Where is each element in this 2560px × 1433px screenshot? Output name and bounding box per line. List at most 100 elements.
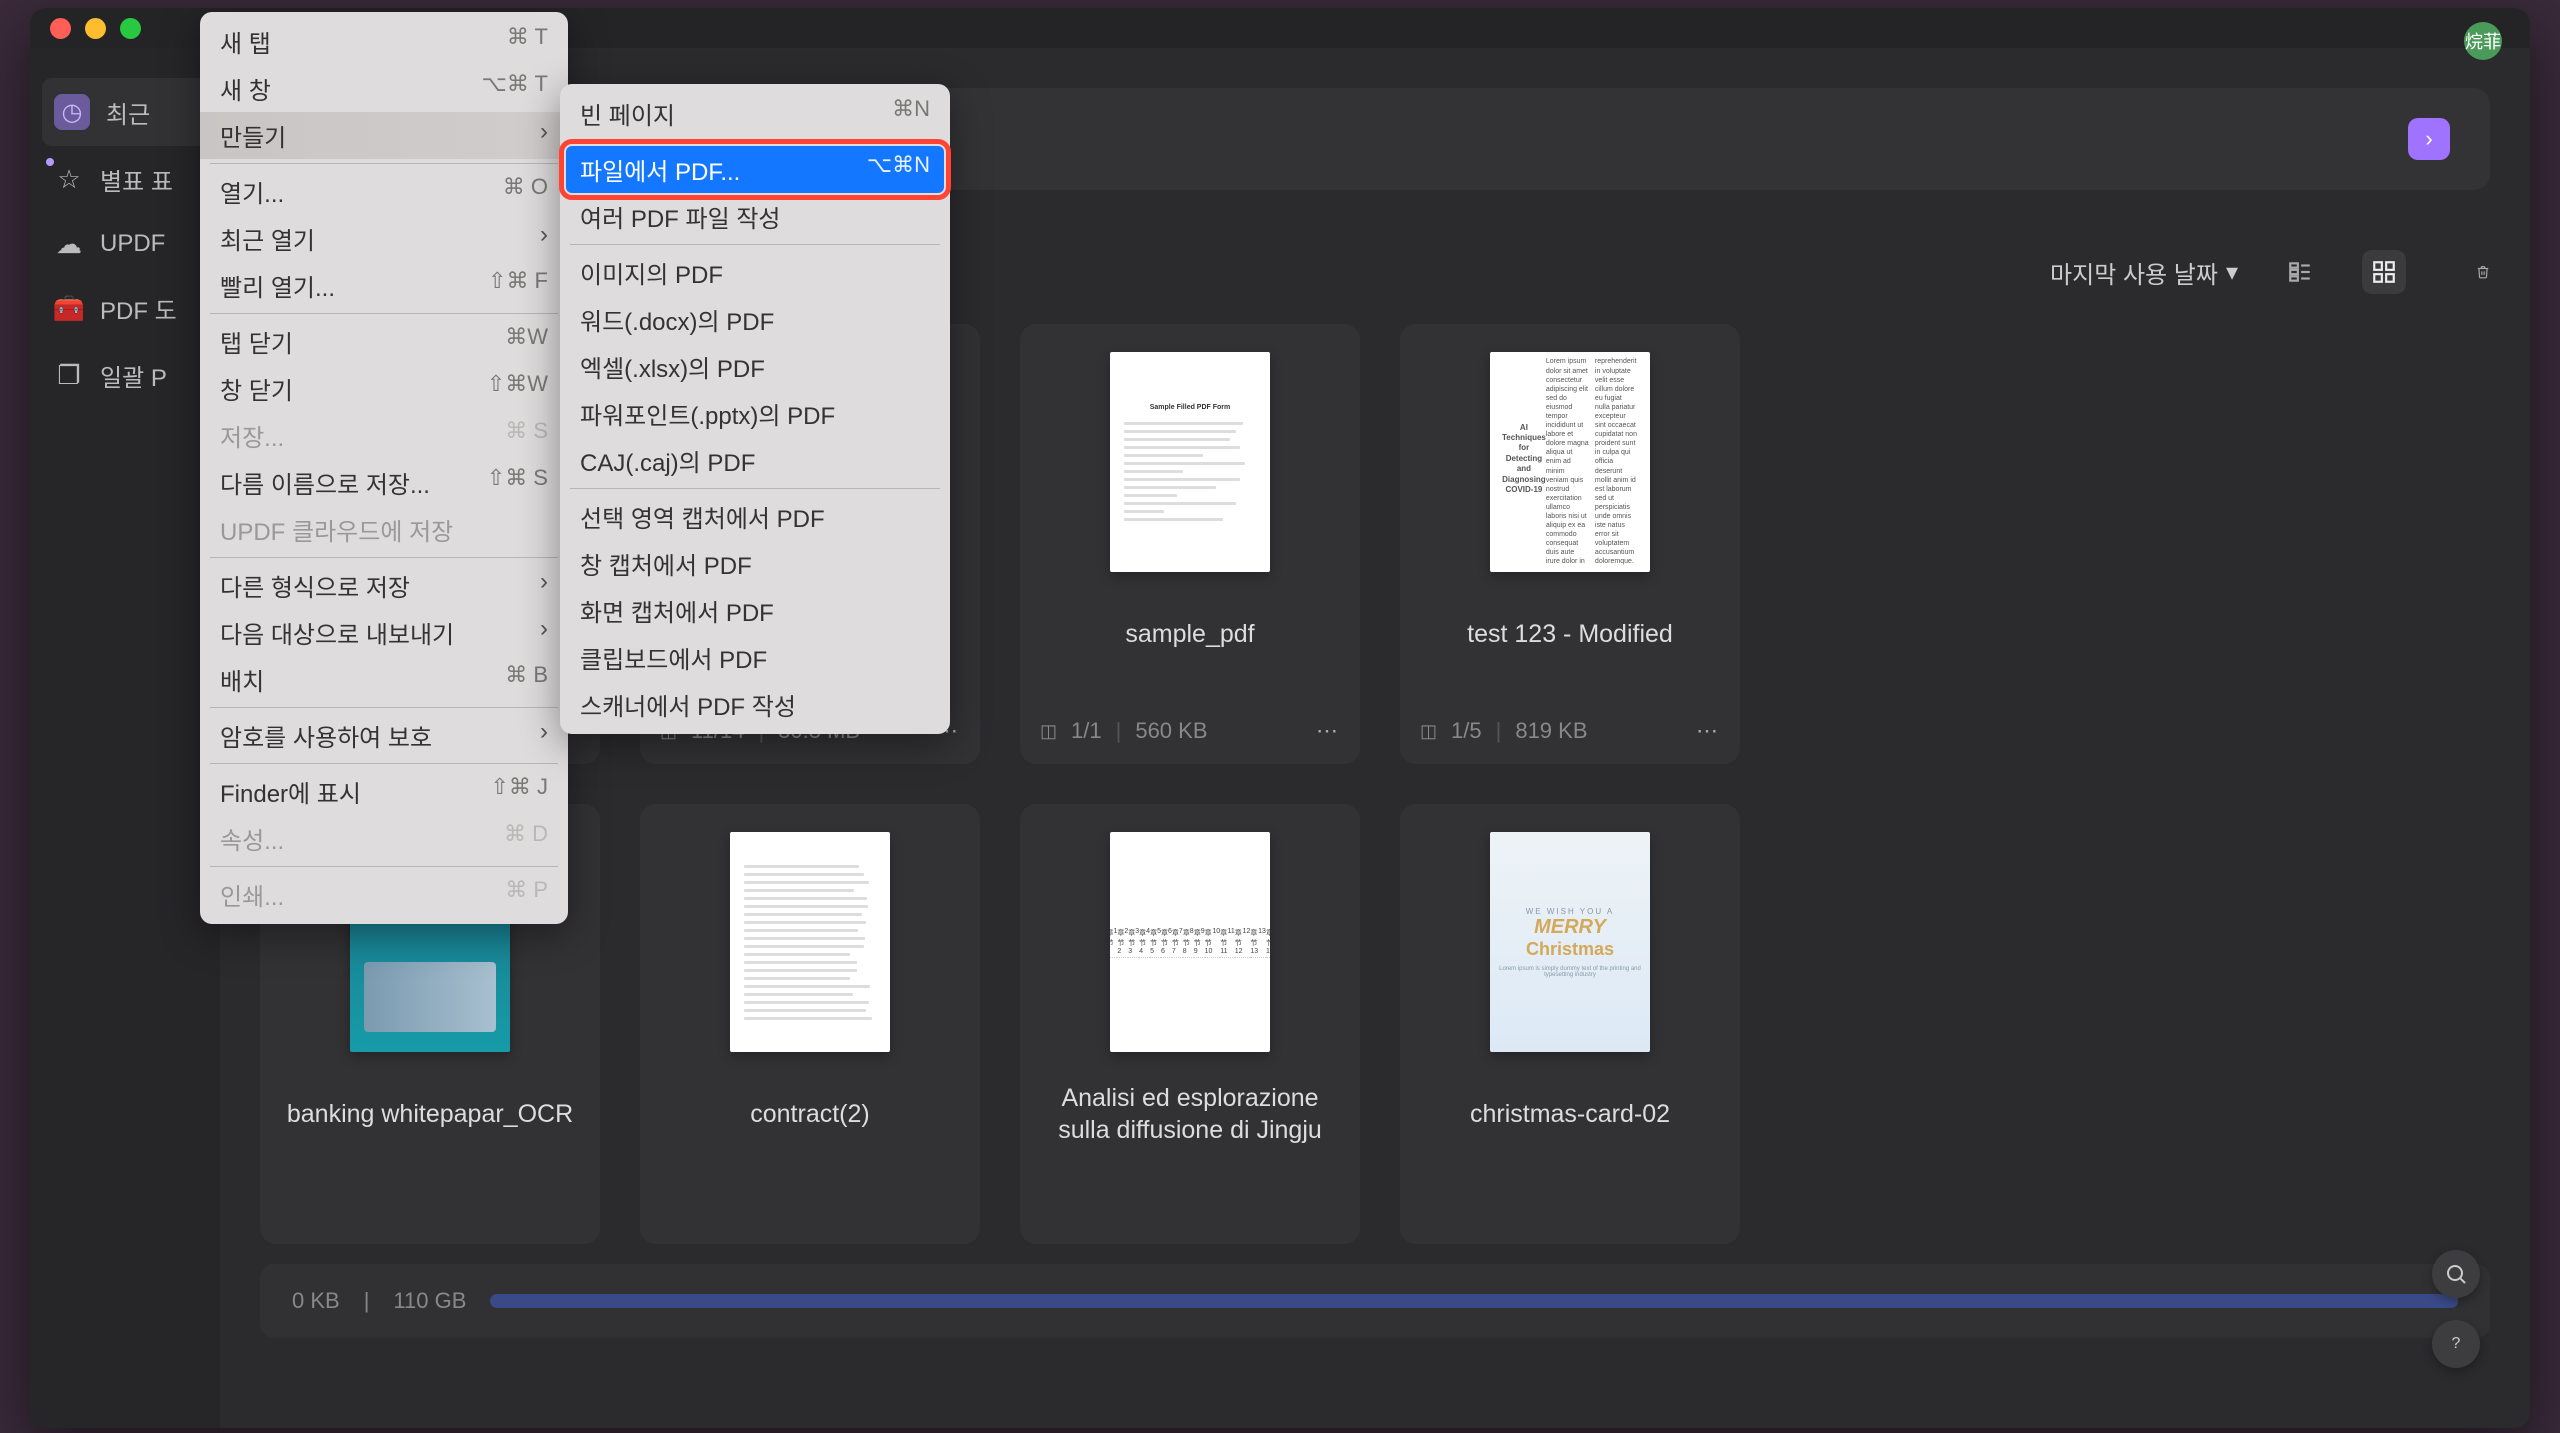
menu-item-label: 저장... [220, 418, 284, 453]
menu-shortcut: ⇧⌘ J [490, 774, 548, 809]
submenu-item[interactable]: 클립보드에서 PDF [560, 634, 950, 681]
app-window: ⌂ + 烷菲 ◷ 최근 ☆ 별표 표 ☁ UPDF 🧰 PDF 도 ❐ [30, 8, 2530, 1428]
chevron-right-icon: › [540, 118, 548, 153]
stack-icon: ❐ [54, 361, 84, 391]
minimize-button[interactable] [85, 18, 106, 39]
menu-item-label: 다음 대상으로 내보내기 [220, 615, 454, 650]
more-button[interactable]: ⋯ [1696, 718, 1720, 744]
submenu-item-label: 클립보드에서 PDF [580, 640, 767, 675]
menu-shortcut: ⌥⌘ T [481, 71, 548, 106]
file-card[interactable]: AI Techniques for Detecting and Diagnosi… [1400, 324, 1740, 764]
sidebar-item-cloud[interactable]: ☁ UPDF [30, 213, 220, 275]
sidebar-item-tools[interactable]: 🧰 PDF 도 [30, 275, 220, 342]
submenu-item-label: 여러 PDF 파일 작성 [580, 199, 780, 234]
sidebar-item-label: 최근 [106, 95, 150, 130]
storage-total: 110 GB [393, 1288, 466, 1314]
menu-item-label: 속성... [220, 821, 284, 856]
menu-item-label: 암호를 사용하여 보호 [220, 718, 432, 753]
file-name: test 123 - Modified [1467, 602, 1673, 666]
submenu-item-label: 파워포인트(.pptx)의 PDF [580, 396, 835, 431]
submenu-item[interactable]: 이미지의 PDF [560, 249, 950, 296]
file-name: sample_pdf [1125, 602, 1254, 666]
chevron-right-icon: › [540, 718, 548, 753]
search-button[interactable] [2432, 1250, 2480, 1298]
menu-item[interactable]: 열기...⌘ O [200, 168, 568, 215]
menu-item[interactable]: 탭 닫기⌘W [200, 318, 568, 365]
trash-button[interactable] [2446, 250, 2490, 294]
menu-item-label: 최근 열기 [220, 221, 315, 256]
file-meta: ◫1/5|819 KB⋯ [1420, 718, 1720, 744]
file-thumbnail: Sample Filled PDF Form [1110, 352, 1270, 572]
submenu-item-label: 창 캡처에서 PDF [580, 546, 752, 581]
sort-dropdown[interactable]: 마지막 사용 날짜 ▾ [2050, 255, 2238, 290]
menu-item[interactable]: 새 창 ⌥⌘ T [200, 65, 568, 112]
menu-item[interactable]: 다른 형식으로 저장› [200, 562, 568, 609]
menu-shortcut: ⌘ D [504, 821, 548, 856]
sidebar-item-recent[interactable]: ◷ 최근 [42, 78, 208, 146]
sidebar-item-label: UPDF [100, 230, 165, 258]
grid-view-button[interactable] [2362, 250, 2406, 294]
menu-item[interactable]: 만들기 › [200, 112, 568, 159]
menu-shortcut: ⌘W [505, 324, 548, 359]
submenu-item[interactable]: 워드(.docx)의 PDF [560, 296, 950, 343]
submenu-item[interactable]: 엑셀(.xlsx)의 PDF [560, 343, 950, 390]
file-menu[interactable]: 새 탭⌘ T 새 창 ⌥⌘ T 만들기 › 열기...⌘ O 최근 열기 › 빨리 열기...⇧… [200, 12, 568, 924]
menu-item[interactable]: 다름 이름으로 저장...⇧⌘ S [200, 459, 568, 506]
menu-item-label: UPDF 클라우드에 저장 [220, 512, 453, 547]
menu-item[interactable]: 배치 ⌘ B [200, 656, 568, 703]
pages-icon: ◫ [1420, 721, 1437, 742]
menu-item[interactable]: 다음 대상으로 내보내기 › [200, 609, 568, 656]
menu-item[interactable]: 창 닫기⇧⌘W [200, 365, 568, 412]
submenu-item-label: 화면 캡처에서 PDF [580, 593, 774, 628]
submenu-item[interactable]: CAJ(.caj)의 PDF [560, 437, 950, 484]
file-card[interactable]: contract(2) [640, 804, 980, 1244]
menu-item[interactable]: Finder에 표시⇧⌘ J [200, 768, 568, 815]
submenu-item[interactable]: 파일에서 PDF...⌥⌘N [566, 146, 944, 193]
menu-shortcut: ⇧⌘W [487, 371, 548, 406]
submenu-item-label: 선택 영역 캡처에서 PDF [580, 499, 825, 534]
menu-item[interactable]: 암호를 사용하여 보호 › [200, 712, 568, 759]
sidebar-item-starred[interactable]: ☆ 별표 표 [30, 146, 220, 213]
submenu-item[interactable]: 여러 PDF 파일 작성 [560, 193, 950, 240]
file-pages: 1/1 [1071, 718, 1102, 744]
maximize-button[interactable] [120, 18, 141, 39]
list-view-button[interactable] [2278, 250, 2322, 294]
menu-item: 저장...⌘ S [200, 412, 568, 459]
menu-item-label: 만들기 [220, 118, 286, 153]
help-button[interactable]: ? [2432, 1320, 2480, 1368]
menu-item-label: 새 창 [220, 71, 271, 106]
clock-icon: ◷ [54, 94, 90, 130]
file-pages: 1/5 [1451, 718, 1482, 744]
submenu-item-label: CAJ(.caj)의 PDF [580, 443, 755, 478]
storage-track [490, 1294, 2458, 1308]
file-card[interactable]: 目录章节11章节22章节33章节44章节55章节66章节77章节88章节99章节… [1020, 804, 1360, 1244]
chevron-right-icon: › [540, 568, 548, 603]
menu-item[interactable]: 빨리 열기...⇧⌘ F [200, 262, 568, 309]
submenu-item[interactable]: 선택 영역 캡처에서 PDF [560, 493, 950, 540]
chevron-right-icon: › [540, 615, 548, 650]
menu-item[interactable]: 최근 열기 › [200, 215, 568, 262]
submenu-item[interactable]: 화면 캡처에서 PDF [560, 587, 950, 634]
submenu-item[interactable]: 스캐너에서 PDF 작성 [560, 681, 950, 728]
sidebar-item-label: 일괄 P [100, 358, 167, 393]
sidebar-item-batch[interactable]: ❐ 일괄 P [30, 342, 220, 409]
menu-shortcut: ⌘ P [505, 877, 548, 912]
submenu-item[interactable]: 창 캡처에서 PDF [560, 540, 950, 587]
file-card[interactable]: WE WISH YOU AMERRYChristmasLorem ipsum i… [1400, 804, 1740, 1244]
sidebar-item-label: 별표 표 [100, 162, 173, 197]
banner-arrow-button[interactable]: › [2408, 118, 2450, 160]
menu-item-label: 배치 [220, 662, 264, 697]
menu-item[interactable]: 새 탭⌘ T [200, 18, 568, 65]
submenu-item[interactable]: 빈 페이지⌘N [560, 90, 950, 137]
more-button[interactable]: ⋯ [1316, 718, 1340, 744]
file-size: 560 KB [1135, 718, 1207, 744]
menu-item-label: 열기... [220, 174, 284, 209]
submenu-item[interactable]: 파워포인트(.pptx)의 PDF [560, 390, 950, 437]
menu-shortcut: ⌥⌘N [867, 152, 930, 187]
close-button[interactable] [50, 18, 71, 39]
chevron-right-icon: › [540, 221, 548, 256]
file-card[interactable]: Sample Filled PDF Formsample_pdf◫1/1|560… [1020, 324, 1360, 764]
sidebar-item-label: PDF 도 [100, 291, 177, 326]
menu-shortcut: ⌘ B [505, 662, 548, 697]
create-submenu[interactable]: 빈 페이지⌘N 파일에서 PDF...⌥⌘N 여러 PDF 파일 작성이미지의 PD… [560, 84, 950, 734]
